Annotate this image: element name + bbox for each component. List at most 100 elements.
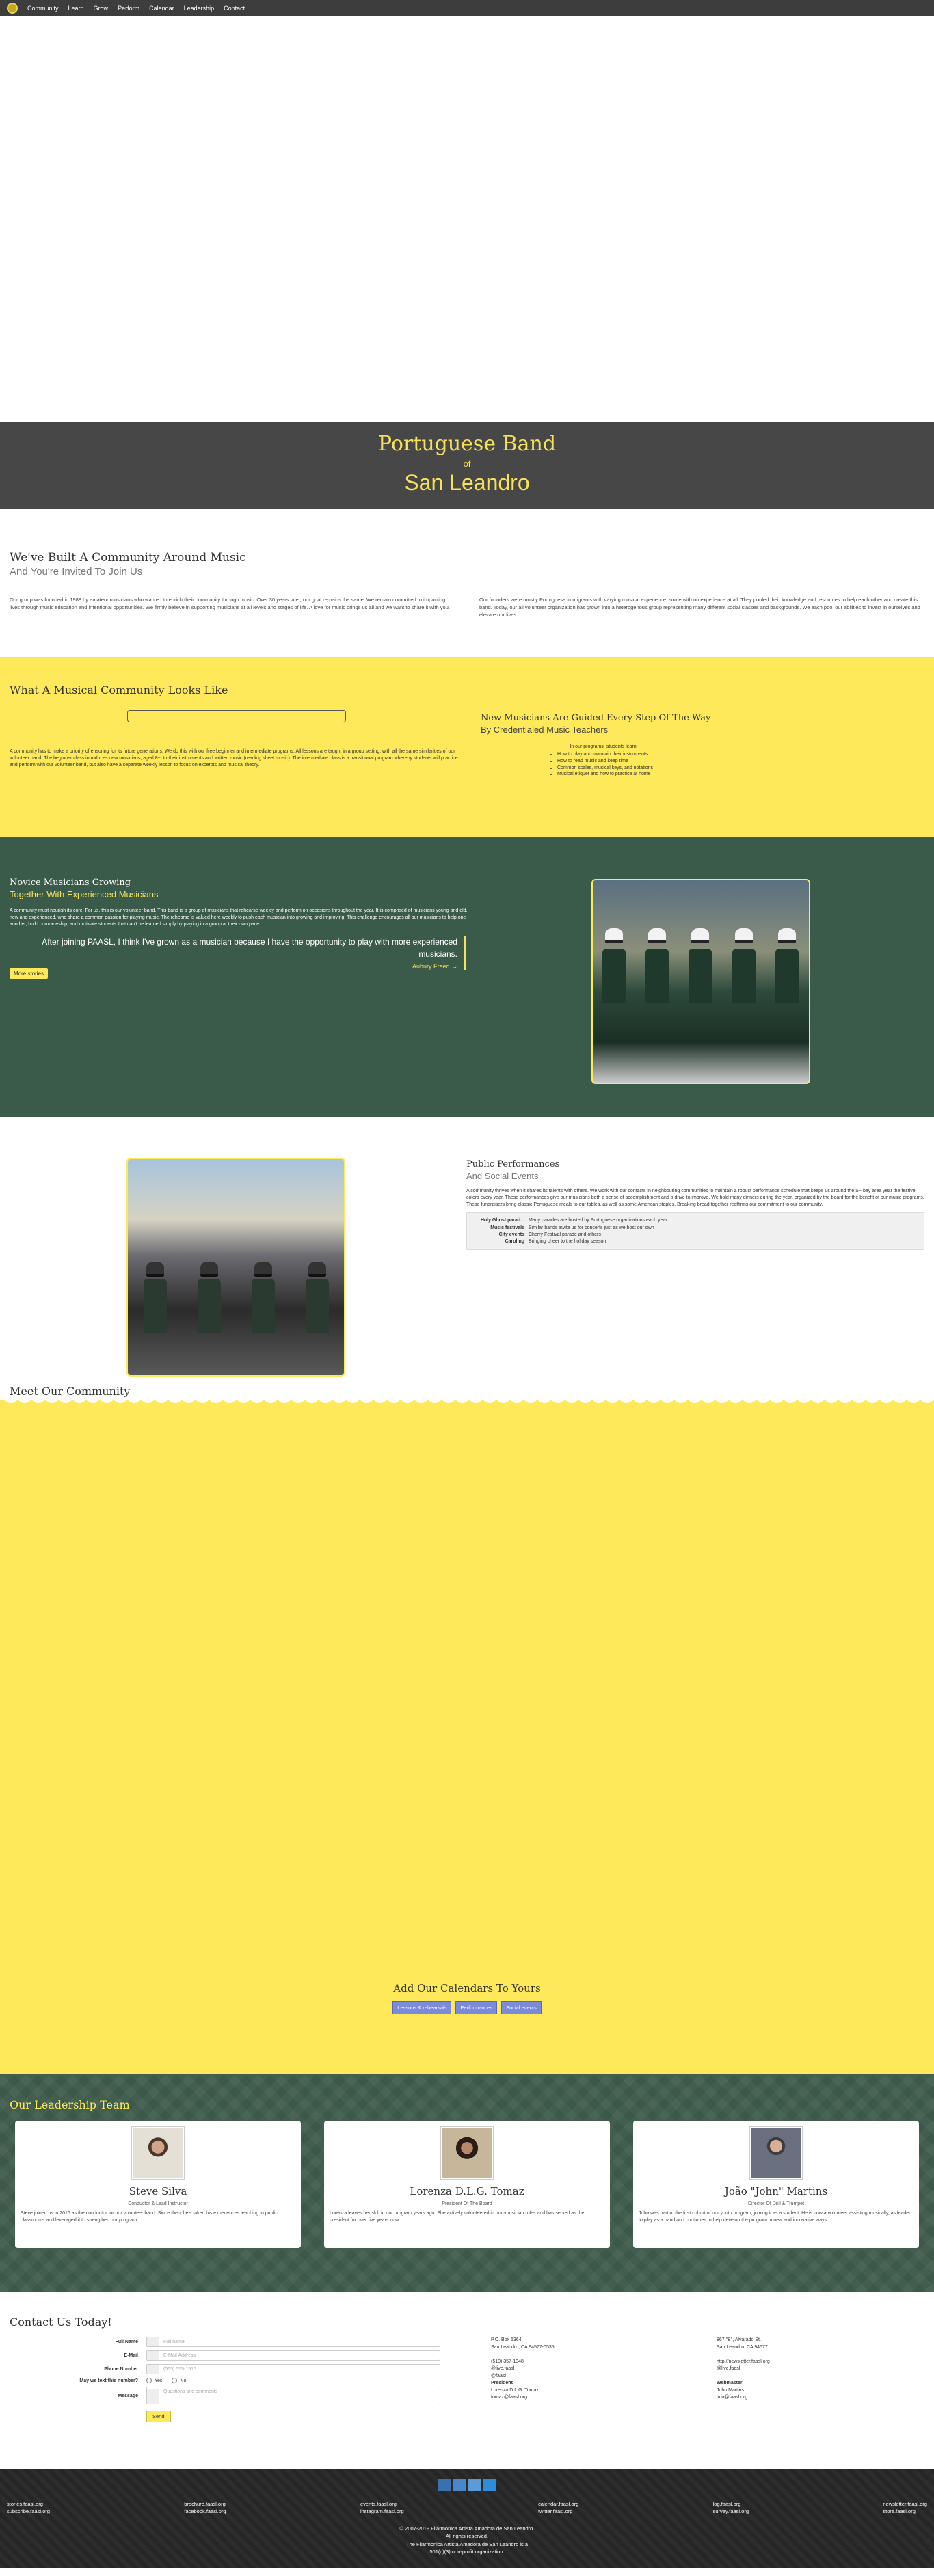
footer-link[interactable]: subscribe.faasl.org — [7, 2508, 50, 2516]
program-tabs[interactable] — [126, 710, 346, 722]
instagram-icon[interactable] — [468, 2479, 481, 2491]
meet-title: Meet Our Community — [10, 1385, 131, 1398]
testimonial: After joining PAASL, I think I've grown … — [10, 936, 468, 971]
nav-leadership[interactable]: Leadership — [184, 5, 215, 12]
nav-perform[interactable]: Perform — [118, 5, 139, 12]
calendars-title: Add Our Calendars To Yours — [393, 1982, 541, 1994]
radio-no[interactable]: No — [172, 2378, 186, 2383]
hero-of: of — [463, 459, 471, 469]
phone-field[interactable]: (555) 555-1515 — [146, 2364, 440, 2374]
community-para-2: Our founders were mostly Portuguese immi… — [479, 597, 920, 618]
musical-section: What A Musical Community Looks Like A co… — [0, 657, 934, 837]
calendar-social-button[interactable]: Social events — [501, 2001, 542, 2014]
marching-band-photo — [591, 879, 810, 1084]
contact-name: Lorenza D.L.G. Tomaz — [491, 2387, 539, 2393]
leader-card: João "John" Martins Director Of Drill & … — [633, 2121, 919, 2248]
musical-left-text: A community has to make a priority of en… — [10, 749, 458, 768]
email-link[interactable]: tomaz@faasl.org — [491, 2394, 696, 2402]
social-handle[interactable]: @live.faasl — [491, 2365, 696, 2373]
community-section: We've Built A Community Around Music And… — [0, 509, 934, 657]
footer-links: stories.faasl.org subscribe.faasl.org bro… — [0, 2501, 934, 2515]
community-subtitle: And You're Invited To Join Us — [10, 566, 143, 578]
scallop-divider — [0, 1397, 934, 1403]
performance-table: Holy Ghost parad... Many parades are host… — [466, 1212, 924, 1250]
email-link[interactable]: info@faasl.org — [717, 2394, 922, 2402]
footer-link[interactable]: twitter.faasl.org — [538, 2508, 578, 2516]
address-line: P.O. Box 5364 — [491, 2337, 522, 2342]
leader-bio: John was part of the first cohort of our… — [639, 2211, 911, 2223]
twitter-icon[interactable] — [453, 2479, 466, 2491]
public-title: Public Performances — [466, 1159, 560, 1169]
nav-learn[interactable]: Learn — [68, 5, 84, 12]
footer-link[interactable]: calendar.faasl.org — [538, 2501, 578, 2508]
hero-title: Portuguese Band — [377, 432, 557, 456]
footer-link[interactable]: instagram.faasl.org — [360, 2508, 404, 2516]
footer-link[interactable]: store.faasl.org — [883, 2508, 927, 2516]
address-line: San Leandro, CA 94577-0535 — [491, 2344, 555, 2350]
email-field[interactable]: E-Mail Address — [146, 2350, 440, 2361]
musical-title: What A Musical Community Looks Like — [10, 683, 228, 696]
footer-link[interactable]: newsletter.faasl.org — [883, 2501, 927, 2508]
nav-contact[interactable]: Contact — [224, 5, 245, 12]
facebook-icon[interactable] — [438, 2479, 451, 2491]
nav-community[interactable]: Community — [27, 5, 59, 12]
logo-icon[interactable] — [7, 3, 18, 14]
footer-link[interactable]: log.faasl.org — [713, 2501, 749, 2508]
phone-link[interactable]: (510) 357-1348 — [491, 2359, 696, 2366]
novice-subtitle: Together With Experienced Musicians — [10, 889, 159, 899]
avatar — [440, 2126, 494, 2180]
address-line: San Leandro, CA 94577 — [717, 2344, 768, 2350]
contact-role: Webmaster — [717, 2381, 743, 2385]
top-nav: Community Learn Grow Perform Calendar Le… — [0, 0, 934, 16]
email-icon[interactable] — [483, 2479, 496, 2491]
table-row: Caroling Bringing cheer to the holiday se… — [505, 1238, 606, 1244]
leader-card: Lorenza D.L.G. Tomaz President Of The Bo… — [324, 2121, 610, 2248]
footer-link[interactable]: brochure.faasl.org — [184, 2501, 226, 2508]
name-label: Full Name — [115, 2340, 138, 2344]
radio-yes[interactable]: Yes — [146, 2378, 162, 2383]
footer: stories.faasl.org subscribe.faasl.org bro… — [0, 2469, 934, 2568]
copyright: © 2007-2019 Filarmonica Artista Amadora … — [399, 2525, 535, 2555]
calendar-lessons-button[interactable]: Lessons & rehearsals — [392, 2001, 452, 2014]
contact-role: President — [491, 2381, 513, 2385]
novice-title: Novice Musicians Growing — [10, 878, 131, 888]
phone-label: Phone Number — [104, 2367, 138, 2372]
nav-grow[interactable]: Grow — [94, 5, 109, 12]
footer-link[interactable]: events.faasl.org — [360, 2501, 404, 2508]
leadership-section: Our Leadership Team Steve Silva Conducto… — [0, 2074, 934, 2292]
mail-icon — [147, 2351, 159, 2360]
message-field[interactable]: Questions and comments — [146, 2387, 440, 2404]
calendar-performances-button[interactable]: Performances — [455, 2001, 498, 2014]
footer-link[interactable]: survey.faasl.org — [713, 2508, 749, 2516]
text-permission-label: May we text this number? — [79, 2378, 138, 2383]
contact-info: P.O. Box 5364 San Leandro, CA 94577-0535… — [481, 2337, 924, 2422]
table-row: City events Cherry Festival parade and ot… — [498, 1232, 601, 1237]
learn-list: How to play and maintain their instrumen… — [481, 751, 727, 778]
list-item: Common scales, musical keys, and notatio… — [557, 765, 727, 772]
leader-bio: Steve joined us in 2016 as the conductor… — [21, 2211, 278, 2223]
hero-banner: Portuguese Band of San Leandro — [0, 422, 934, 509]
phone-icon — [147, 2365, 159, 2374]
name-field[interactable]: Full name — [146, 2337, 440, 2347]
footer-link[interactable]: stories.faasl.org — [7, 2501, 50, 2508]
social-icons — [0, 2479, 934, 2491]
community-para-1: Our group was founded in 1988 by amateur… — [10, 597, 450, 610]
social-handle[interactable]: @live.faasl — [717, 2365, 922, 2373]
leader-name: João "John" Martins — [724, 2185, 828, 2197]
footer-link[interactable]: facebook.faasl.org — [184, 2508, 226, 2516]
testimonial-author-link[interactable]: Aubury Freed → — [10, 963, 457, 970]
calendars-block: Add Our Calendars To Yours Lessons & reh… — [0, 1982, 934, 2014]
list-item: How to play and maintain their instrumen… — [557, 751, 727, 758]
web-link[interactable]: http://newsletter.faasl.org — [717, 2359, 922, 2366]
social-handle[interactable]: @faasl — [491, 2373, 696, 2381]
public-text: A community thrives when it shares its t… — [466, 1189, 924, 1208]
public-subtitle: And Social Events — [466, 1171, 539, 1181]
more-stories-button[interactable]: More stories — [10, 968, 49, 979]
user-icon — [147, 2337, 159, 2346]
contact-name: John Martins — [717, 2387, 745, 2393]
send-button[interactable]: Send — [146, 2411, 171, 2422]
nav-calendar[interactable]: Calendar — [149, 5, 174, 12]
message-label: Message — [118, 2393, 138, 2398]
table-row: Music festivals Similar bands invite us f… — [490, 1225, 654, 1230]
contact-form: Full Name Full name E-Mail E-Mail Addres… — [10, 2337, 481, 2422]
